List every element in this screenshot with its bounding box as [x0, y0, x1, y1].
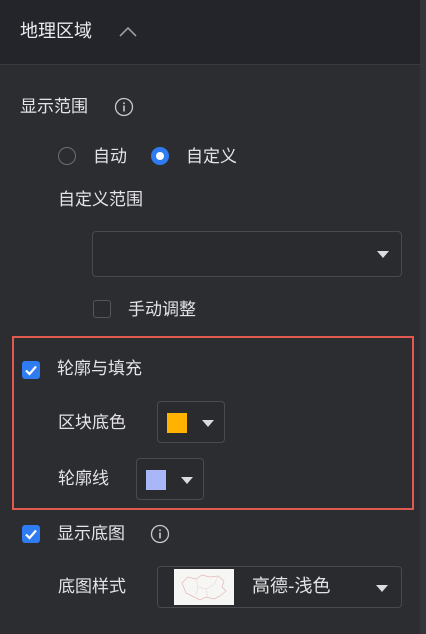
radio-auto-label: 自动 — [93, 147, 127, 167]
radio-auto[interactable] — [58, 147, 76, 165]
radio-custom[interactable] — [151, 147, 169, 165]
section-title: 地理区域 — [20, 21, 92, 42]
outline-fill-checkbox[interactable] — [22, 361, 40, 379]
block-color-picker[interactable] — [157, 401, 225, 443]
chevron-down-icon — [377, 251, 389, 258]
scrollbar[interactable] — [420, 0, 426, 634]
chevron-up-icon[interactable] — [116, 22, 140, 42]
chevron-down-icon — [202, 420, 214, 427]
block-color-label: 区块底色 — [58, 413, 126, 433]
custom-range-label: 自定义范围 — [58, 190, 143, 210]
manual-adjust-label: 手动调整 — [128, 300, 196, 320]
basemap-label: 显示底图 — [57, 524, 125, 544]
map-thumbnail — [174, 569, 234, 605]
outline-fill-label: 轮廓与填充 — [57, 359, 142, 379]
radio-custom-label: 自定义 — [186, 147, 237, 167]
outline-color-swatch — [146, 470, 166, 490]
basemap-style-select[interactable]: 高德-浅色 — [157, 566, 402, 608]
basemap-checkbox[interactable] — [22, 525, 40, 543]
section-header[interactable]: 地理区域 — [0, 0, 420, 65]
info-icon[interactable] — [114, 97, 134, 117]
checkmark-icon — [25, 365, 37, 376]
outline-color-picker[interactable] — [136, 458, 204, 500]
basemap-style-label: 底图样式 — [58, 577, 126, 597]
block-color-swatch — [167, 413, 187, 433]
manual-adjust-checkbox[interactable] — [93, 300, 111, 318]
custom-range-select[interactable] — [92, 231, 402, 277]
display-range-label: 显示范围 — [20, 97, 88, 117]
outline-line-label: 轮廓线 — [58, 469, 109, 489]
basemap-style-value: 高德-浅色 — [252, 576, 331, 597]
info-icon[interactable] — [150, 524, 170, 544]
checkmark-icon — [25, 529, 37, 540]
chevron-down-icon — [376, 585, 388, 592]
chevron-down-icon — [181, 477, 193, 484]
